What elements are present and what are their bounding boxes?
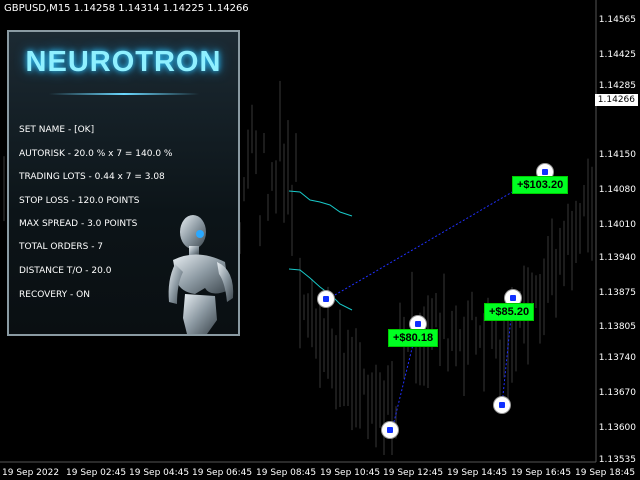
trade-open-marker[interactable] bbox=[382, 422, 398, 438]
price-tick: 1.14150 bbox=[598, 150, 636, 160]
chart-header: GBPUSD,M15 1.14258 1.14314 1.14225 1.142… bbox=[4, 3, 249, 14]
max-spread-row: MAX SPREAD - 3.0 POINTS bbox=[19, 219, 138, 229]
profit-label: +$85.20 bbox=[484, 303, 535, 321]
price-tick: 1.13535 bbox=[598, 455, 636, 465]
price-tick: 1.14425 bbox=[598, 50, 636, 60]
stop-loss-row: STOP LOSS - 120.0 POINTS bbox=[19, 196, 140, 206]
time-tick: 19 Sep 18:45 bbox=[575, 468, 636, 478]
price-tick: 1.13805 bbox=[598, 322, 636, 332]
time-tick: 19 Sep 08:45 bbox=[256, 468, 317, 478]
price-tick: 1.14285 bbox=[598, 81, 636, 91]
time-tick: 19 Sep 2022 bbox=[2, 468, 60, 478]
price-tick: 1.13670 bbox=[598, 388, 636, 398]
price-tick: 1.13940 bbox=[598, 253, 636, 263]
panel-title: NEUROTRON bbox=[25, 46, 222, 78]
profit-label: +$80.18 bbox=[388, 329, 439, 347]
total-orders-row: TOTAL ORDERS - 7 bbox=[19, 242, 104, 252]
time-tick: 19 Sep 06:45 bbox=[192, 468, 253, 478]
expert-info-panel: NEUROTRON SET NAME - [OK] AUTORISK - 20.… bbox=[7, 30, 240, 336]
trading-lots-row: TRADING LOTS - 0.44 x 7 = 3.08 bbox=[19, 172, 165, 182]
recovery-row: RECOVERY - ON bbox=[19, 290, 90, 300]
profit-label: +$103.20 bbox=[512, 176, 569, 194]
price-tick: 1.13875 bbox=[598, 288, 636, 298]
price-tick: 1.14010 bbox=[598, 220, 636, 230]
robot-image bbox=[168, 215, 234, 334]
price-tick: 1.14080 bbox=[598, 185, 636, 195]
time-tick: 19 Sep 12:45 bbox=[383, 468, 444, 478]
indicator-line-upper bbox=[288, 190, 353, 217]
time-tick: 19 Sep 10:45 bbox=[320, 468, 381, 478]
price-tick: 1.13740 bbox=[598, 353, 636, 363]
time-tick: 19 Sep 04:45 bbox=[129, 468, 190, 478]
distance-row: DISTANCE T/O - 20.0 bbox=[19, 266, 112, 276]
trade-open-marker[interactable] bbox=[494, 397, 510, 413]
time-tick: 19 Sep 14:45 bbox=[447, 468, 508, 478]
current-price-label: 1.14266 bbox=[594, 94, 638, 106]
set-name-row: SET NAME - [OK] bbox=[19, 125, 95, 135]
price-tick: 1.13600 bbox=[598, 423, 636, 433]
time-tick: 19 Sep 16:45 bbox=[511, 468, 572, 478]
time-tick: 19 Sep 02:45 bbox=[66, 468, 127, 478]
trade-open-marker[interactable] bbox=[318, 291, 334, 307]
autorisk-row: AUTORISK - 20.0 % x 7 = 140.0 % bbox=[19, 149, 173, 159]
title-underline bbox=[49, 93, 199, 95]
price-tick: 1.14565 bbox=[598, 15, 636, 25]
